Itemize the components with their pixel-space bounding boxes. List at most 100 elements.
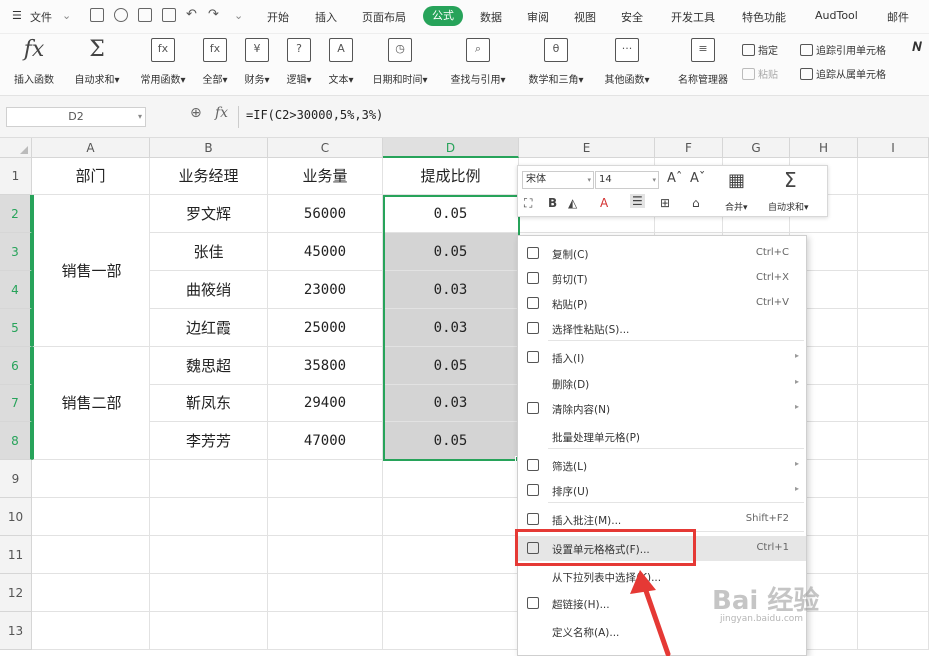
cell-c8[interactable]: 47000 [268,422,383,460]
cell-b5[interactable]: 边红霞 [150,309,268,347]
row-header-3[interactable]: 3 [0,233,32,271]
row-header-2[interactable]: 2 [0,195,32,233]
column-header-e[interactable]: E [519,138,655,158]
font-size-select[interactable]: 14 ▾ [595,171,659,189]
cell[interactable] [150,612,268,650]
cell[interactable] [150,536,268,574]
row-header-4[interactable]: 4 [0,271,32,309]
insert-function-button[interactable]: fx 插入函数 [8,38,60,87]
formula-input[interactable]: =IF(C2>30000,5%,3%) [246,108,383,122]
cell-b3[interactable]: 张佳 [150,233,268,271]
hamburger-menu-icon[interactable]: ☰ [12,9,22,22]
cell-c1[interactable]: 业务量 [268,158,383,195]
zoom-search-icon[interactable]: ⊕ [190,105,202,121]
save-icon[interactable] [90,8,104,22]
cell-d8[interactable]: 0.05 [383,422,519,460]
cell[interactable] [150,574,268,612]
row-header-5[interactable]: 5 [0,309,32,347]
cell[interactable] [32,536,150,574]
column-header-g[interactable]: G [723,138,790,158]
cell-c3[interactable]: 45000 [268,233,383,271]
other-functions-button[interactable]: ··· 其他函数▾ [598,38,656,86]
text-functions-button[interactable]: A 文本▾ [324,38,358,86]
cell[interactable] [150,498,268,536]
cell-b8[interactable]: 李芳芳 [150,422,268,460]
column-header-a[interactable]: A [32,138,150,158]
context-menu-item-9[interactable]: 排序(U) ▸ [518,478,806,503]
insert-function-fx-icon[interactable]: fx [215,105,228,121]
format-painter-icon[interactable]: ⛶ [524,196,532,211]
tab-review[interactable]: 审阅 [527,9,549,25]
cell-c2[interactable]: 56000 [268,195,383,233]
row-header-10[interactable]: 10 [0,498,32,536]
cell[interactable] [858,536,929,574]
sigma-icon[interactable]: Σ [784,168,797,192]
math-functions-button[interactable]: θ 数学和三角▾ [522,38,590,86]
row-header-12[interactable]: 12 [0,574,32,612]
print-icon[interactable] [138,8,152,22]
cell[interactable] [268,498,383,536]
cell-b7[interactable]: 靳凤东 [150,385,268,422]
tab-view[interactable]: 视图 [574,9,596,25]
context-menu-item-12[interactable]: 从下拉列表中选择(K)... [518,564,806,589]
cell[interactable] [858,158,929,195]
cell[interactable] [858,612,929,650]
column-header-d[interactable]: D [383,138,519,158]
row-header-9[interactable]: 9 [0,460,32,498]
file-dropdown-icon[interactable]: ⌄ [62,9,71,22]
undo-icon[interactable]: ↶ [186,7,197,22]
row-header-6[interactable]: 6 [0,347,32,385]
name-box[interactable]: D2 ▾ [6,107,146,127]
cell[interactable] [383,498,519,536]
autosum-button[interactable]: Σ 自动求和▾ [68,38,126,87]
tab-special-features[interactable]: 特色功能 [742,9,786,25]
specify-button[interactable]: 指定 [742,42,778,57]
context-menu-item-13[interactable]: 超链接(H)... [518,591,806,616]
cell-b1[interactable]: 业务经理 [150,158,268,195]
cell[interactable] [858,309,929,347]
quick-access-more-icon[interactable]: ⌄ [234,9,243,22]
tab-audtool[interactable]: AudTool [815,9,858,22]
print-preview-icon[interactable] [162,8,176,22]
tab-formulas[interactable]: 公式 [423,6,463,26]
all-functions-button[interactable]: fx 全部▾ [198,38,232,86]
cell-b6[interactable]: 魏思超 [150,347,268,385]
cell-d2[interactable]: 0.05 [383,195,519,233]
name-manager-button[interactable]: ≡ 名称管理器 [672,38,734,86]
context-menu-item-5[interactable]: 删除(D) ▸ [518,371,806,396]
row-header-7[interactable]: 7 [0,385,32,422]
cell-a1[interactable]: 部门 [32,158,150,195]
tab-security[interactable]: 安全 [621,9,643,25]
increase-font-icon[interactable]: Aˆ [667,171,682,186]
context-menu-item-1[interactable]: 剪切(T) Ctrl+X [518,266,806,291]
cell[interactable] [858,460,929,498]
cell[interactable] [858,498,929,536]
font-color-icon[interactable]: A [600,196,608,210]
merged-cell-a2-a5[interactable]: 销售一部 [32,195,150,347]
cell-b2[interactable]: 罗文辉 [150,195,268,233]
bold-icon[interactable]: B [548,196,557,210]
cell[interactable] [32,612,150,650]
row-header-1[interactable]: 1 [0,158,32,195]
format-painter-icon[interactable] [114,8,128,22]
autosum-button-label[interactable]: 自动求和▾ [768,200,809,213]
cell-d4[interactable]: 0.03 [383,271,519,309]
context-menu-item-0[interactable]: 复制(C) Ctrl+C [518,241,806,266]
trace-precedents-button[interactable]: 追踪引用单元格 [800,42,886,57]
cell[interactable] [383,612,519,650]
cell-c7[interactable]: 29400 [268,385,383,422]
row-header-13[interactable]: 13 [0,612,32,650]
finance-functions-button[interactable]: ¥ 财务▾ [240,38,274,86]
context-menu-item-7[interactable]: 批量处理单元格(P) [518,424,806,449]
column-header-b[interactable]: B [150,138,268,158]
redo-icon[interactable]: ↷ [208,7,219,22]
tab-home[interactable]: 开始 [267,9,289,25]
column-header-c[interactable]: C [268,138,383,158]
logic-functions-button[interactable]: ? 逻辑▾ [282,38,316,86]
decrease-font-icon[interactable]: Aˇ [690,171,705,186]
tab-insert[interactable]: 插入 [315,9,337,25]
namebox-dropdown-icon[interactable]: ▾ [138,108,142,126]
cell-c4[interactable]: 23000 [268,271,383,309]
cell[interactable] [32,574,150,612]
column-header-i[interactable]: I [858,138,929,158]
